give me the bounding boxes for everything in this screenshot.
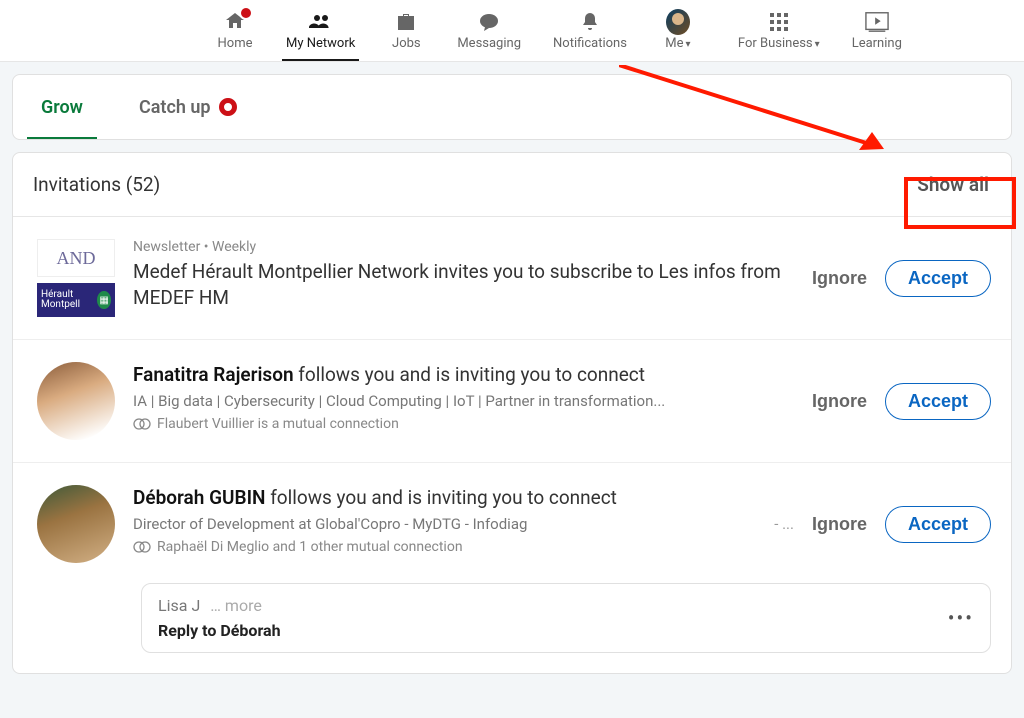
avatar-icon [666,10,690,34]
tab-grow[interactable]: Grow [41,77,83,138]
more-options-button[interactable]: ••• [948,606,974,630]
grid-icon [767,10,791,34]
person-avatar[interactable] [37,362,115,440]
invitation-item-person: Fanatitra Rajerison follows you and is i… [13,340,1011,463]
nav-learning[interactable]: Learning [836,0,918,61]
mutual-icon [133,418,151,430]
newsletter-line: Medef Hérault Montpellier Network invite… [133,259,794,310]
nav-business[interactable]: For Business▾ [722,0,836,61]
top-nav: Home My Network Jobs Messaging Notificat… [0,0,1024,62]
nav-my-network[interactable]: My Network [270,0,371,61]
mutual-connections: Flaubert Vuillier is a mutual connection [133,416,794,432]
nav-notifications[interactable]: Notifications [537,0,643,61]
ignore-button[interactable]: Ignore [812,514,867,535]
notification-ring-icon [219,98,237,116]
notification-dot [239,6,253,20]
chat-icon [477,10,501,34]
invitation-item-person: Déborah GUBIN follows you and is invitin… [13,463,1011,573]
nav-home[interactable]: Home [200,0,270,61]
newsletter-thumb[interactable]: AND Hérault Montpell ▦ [37,239,115,317]
content-area: Grow Catch up Invitations (52) Show all … [0,62,1024,698]
reply-label: Reply to Déborah [158,621,281,640]
ignore-button[interactable]: Ignore [812,268,867,289]
nav-jobs[interactable]: Jobs [371,0,441,61]
people-icon [309,10,333,34]
briefcase-icon [394,10,418,34]
accept-button[interactable]: Accept [885,506,991,543]
ignore-button[interactable]: Ignore [812,391,867,412]
person-headline: IA | Big data | Cybersecurity | Cloud Co… [133,392,794,410]
accept-button[interactable]: Accept [885,260,991,297]
mutual-connections: Raphaël Di Meglio and 1 other mutual con… [133,539,794,555]
person-headline: Director of Development at Global'Copro … [133,515,794,533]
mutual-icon [133,541,151,553]
show-all-button[interactable]: Show all [915,169,991,200]
nav-me[interactable]: Me▾ [643,0,713,61]
accept-button[interactable]: Accept [885,383,991,420]
message-preview-box[interactable]: Lisa J … more Reply to Déborah ••• [141,583,991,653]
invitation-line: Fanatitra Rajerison follows you and is i… [133,362,794,388]
tab-catch-up[interactable]: Catch up [139,77,237,138]
newsletter-meta: Newsletter • Weekly [133,239,794,255]
invitation-item-newsletter: AND Hérault Montpell ▦ Newsletter • Week… [13,217,1011,340]
home-icon [223,10,247,34]
invitations-title: Invitations (52) [33,173,160,196]
tabs-card: Grow Catch up [12,74,1012,140]
nav-messaging[interactable]: Messaging [441,0,537,61]
invitation-line: Déborah GUBIN follows you and is invitin… [133,485,794,511]
play-icon [865,10,889,34]
person-avatar[interactable] [37,485,115,563]
bell-icon [578,10,602,34]
invitations-card: Invitations (52) Show all AND Hérault Mo… [12,152,1012,674]
